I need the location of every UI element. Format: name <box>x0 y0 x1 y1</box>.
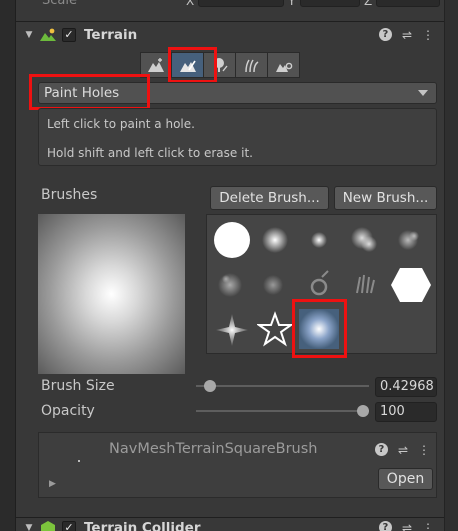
brush-star-outline[interactable] <box>255 310 297 350</box>
brushes-label: Brushes <box>41 187 98 203</box>
brush-preview <box>38 214 185 374</box>
star-brush-icon <box>255 311 295 347</box>
brush-asset-panel: NavMeshTerrainSquareBrush ▶ ? ⇌ ⋮ <box>38 432 437 498</box>
noise-brush-2-icon <box>263 275 283 295</box>
terrain-settings-icon <box>275 62 292 72</box>
brush-size-label: Brush Size <box>41 378 115 394</box>
scale-z-label: Z <box>364 0 373 8</box>
brush-noise-1[interactable] <box>212 265 252 305</box>
scale-y-label: Y <box>288 0 296 8</box>
terrain-collider-header[interactable]: ▼ ✓ Terrain Collider ? ⇌ ⋮ <box>16 517 444 531</box>
tool-highlight-annotation <box>168 47 217 83</box>
tool-help-box: Left click to paint a hole. Hold shift a… <box>38 108 437 166</box>
hexagon-brush-icon <box>391 268 431 302</box>
brush-hexagon[interactable] <box>389 265 431 305</box>
collider-enabled-checkbox[interactable]: ✓ <box>62 520 76 531</box>
kebab-menu-icon[interactable]: ⋮ <box>422 28 434 42</box>
brush-soft-round-large[interactable] <box>257 220 297 260</box>
terrain-enabled-checkbox[interactable]: ✓ <box>62 27 76 42</box>
noise-brush-icon <box>218 273 242 297</box>
collider-presets-icon[interactable]: ⇌ <box>402 521 412 531</box>
delete-brush-button[interactable]: Delete Brush... <box>210 186 329 210</box>
brush-highlight-annotation <box>292 299 347 358</box>
terrain-tool-bar <box>140 52 300 78</box>
brush-thumbnail-dot <box>78 460 80 462</box>
mode-highlight-annotation <box>29 74 150 110</box>
fold-arrow-icon[interactable]: ▼ <box>22 30 36 40</box>
brush-size-track[interactable] <box>196 385 369 387</box>
collider-help-icon[interactable]: ? <box>378 520 392 531</box>
soft-round-brush-icon <box>262 227 288 253</box>
brush-size-field[interactable]: 0.42968 <box>375 377 437 397</box>
opacity-slider-knob[interactable] <box>357 405 369 417</box>
scale-row: Scale X Y Z <box>16 0 444 12</box>
scale-label: Scale <box>42 0 77 8</box>
presets-icon[interactable]: ⇌ <box>402 28 412 42</box>
opacity-field[interactable]: 100 <box>375 402 437 422</box>
brush-size-slider-knob[interactable] <box>204 380 217 392</box>
new-brush-button[interactable]: New Brush... <box>334 186 437 210</box>
scale-y-field[interactable] <box>300 0 360 7</box>
brush-cloud[interactable] <box>347 220 387 260</box>
brush-noise-2[interactable] <box>257 265 297 305</box>
collider-menu-icon[interactable]: ⋮ <box>422 521 434 531</box>
brush-hard-round[interactable] <box>212 220 252 260</box>
opacity-track[interactable] <box>196 410 369 412</box>
terrain-title: Terrain <box>84 26 138 43</box>
brush-presets-icon[interactable]: ⇌ <box>398 443 408 457</box>
brush-menu-icon[interactable]: ⋮ <box>418 443 430 457</box>
soft-star-brush-icon <box>216 314 248 346</box>
open-brush-button[interactable]: Open <box>378 468 433 490</box>
hard-round-brush-icon <box>214 222 250 258</box>
terrain-collider-icon <box>41 520 55 531</box>
left-gutter <box>0 0 16 531</box>
terrain-component-header[interactable]: ▼ ✓ Terrain ? ⇌ ⋮ <box>16 21 444 47</box>
collider-title: Terrain Collider <box>84 519 201 531</box>
terrain-settings-tool[interactable] <box>268 52 300 78</box>
brush-asset-name: NavMeshTerrainSquareBrush <box>109 441 318 457</box>
scale-x-label: X <box>186 0 195 8</box>
paint-details-icon <box>244 59 258 73</box>
brush-star-soft[interactable] <box>212 310 252 350</box>
raise-lower-terrain-icon <box>148 58 164 72</box>
help-icon[interactable]: ? <box>378 27 392 41</box>
help-line-1: Left click to paint a hole. <box>47 117 195 131</box>
opacity-label: Opacity <box>41 403 95 419</box>
brush-help-icon[interactable]: ? <box>374 443 388 456</box>
brush-soft-round-small[interactable] <box>302 220 342 260</box>
brush-grass[interactable] <box>347 265 387 305</box>
paint-details-tool[interactable] <box>236 52 268 78</box>
splat-brush-icon <box>398 230 419 250</box>
cloud-brush-icon <box>351 227 377 252</box>
expand-arrow-icon[interactable]: ▶ <box>49 479 56 489</box>
brush-splat[interactable] <box>392 220 432 260</box>
help-line-2: Hold shift and left click to erase it. <box>47 146 253 160</box>
soft-round-small-brush-icon <box>311 232 327 248</box>
scale-z-field[interactable] <box>376 0 440 7</box>
scrollbar[interactable] <box>444 0 458 531</box>
dropdown-arrow-icon <box>418 90 428 96</box>
scale-x-field[interactable] <box>198 0 284 7</box>
terrain-icon <box>40 28 56 41</box>
grass-brush-icon <box>356 274 375 294</box>
collider-fold-arrow-icon[interactable]: ▼ <box>22 523 36 531</box>
